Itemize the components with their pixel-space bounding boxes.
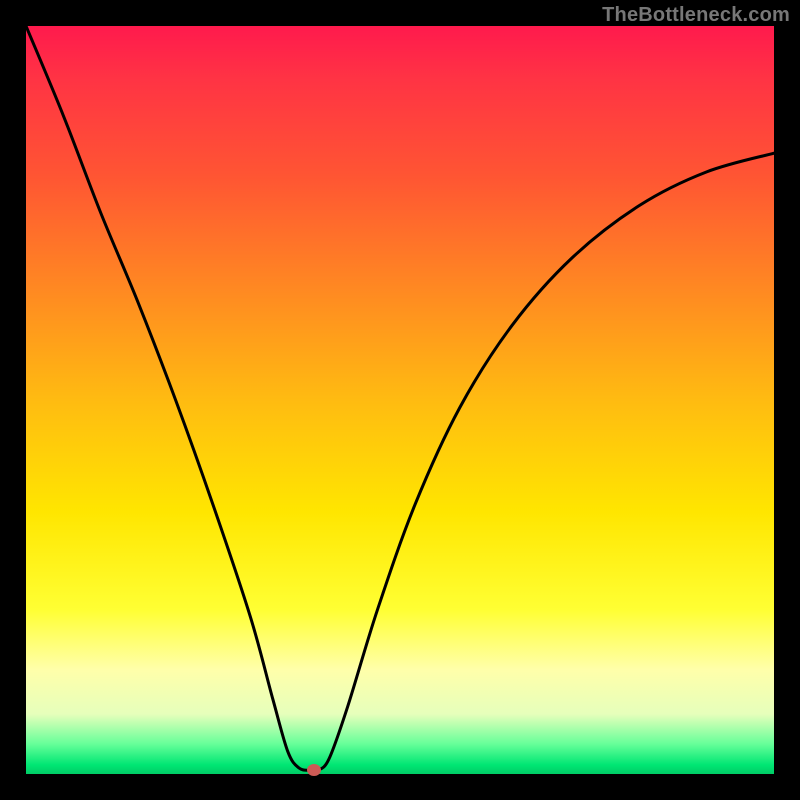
- optimum-marker: [307, 764, 321, 776]
- bottleneck-curve: [26, 26, 774, 774]
- watermark-text: TheBottleneck.com: [602, 4, 790, 27]
- chart-frame: TheBottleneck.com: [0, 0, 800, 800]
